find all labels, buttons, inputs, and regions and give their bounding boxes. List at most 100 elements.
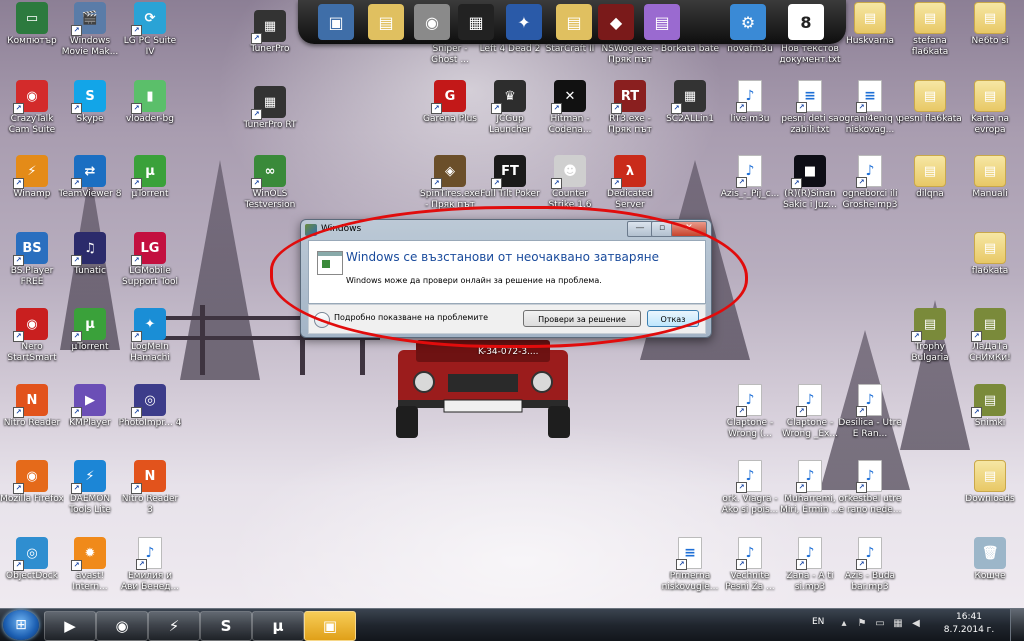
desktop-icon[interactable]: ♪ ↗ Zana - A ti si.mp3: [778, 537, 842, 593]
desktop-icon[interactable]: ♪ ↗ Azis - Buda bar.mp3: [838, 537, 902, 593]
desktop-icon[interactable]: ▤ Manuali: [958, 155, 1022, 200]
desktop-icon[interactable]: ⚡ ↗ DAEMON Tools Lite: [58, 460, 122, 516]
desktop-icon[interactable]: Sniper - Ghost ...: [418, 44, 482, 66]
desktop-icon[interactable]: BS ↗ BS.Player FREE: [0, 232, 64, 288]
desktop-icon[interactable]: NSWog.exe - Пряк път: [598, 44, 662, 66]
desktop-icon[interactable]: ♪ ↗ Desilica - Utre E Ran...: [838, 384, 902, 440]
dialog-titlebar[interactable]: Windows — ▫ ✕: [301, 220, 711, 240]
start-button[interactable]: ⊞: [3, 610, 39, 640]
desktop-icon[interactable]: ☻ ↗ Counter Strike 1.6: [538, 155, 602, 211]
desktop-icon[interactable]: ◎ ↗ PhotoImpr... 4: [118, 384, 182, 429]
desktop-icon[interactable]: ◈ ↗ SpinTires.exe - Пряк път: [418, 155, 482, 211]
dock-item-disc-icon[interactable]: ◉: [414, 4, 450, 40]
chevron-down-icon[interactable]: ⌄: [314, 312, 330, 328]
dock-item-folder-icon[interactable]: ▤: [368, 4, 404, 40]
dock-item-monitor-icon[interactable]: ▣: [318, 4, 354, 40]
desktop-icon[interactable]: ▤ Ne6to si: [958, 2, 1022, 47]
desktop-icon[interactable]: ▤ ↗ ЛаДаТа СнИмКи!: [958, 308, 1022, 364]
dock-item-chip-icon[interactable]: ▦: [458, 4, 494, 40]
volume-icon[interactable]: ◀: [910, 618, 922, 630]
network-icon[interactable]: ▦: [892, 618, 904, 630]
desktop-icon[interactable]: ≡ ↗ Primerna niskovugle...: [658, 537, 722, 593]
desktop-icon[interactable]: ▤ Huskvarna: [838, 2, 902, 47]
close-button[interactable]: ✕: [671, 221, 707, 237]
cancel-button[interactable]: Отказ: [647, 310, 699, 327]
desktop-icon[interactable]: G ↗ Garena Plus: [418, 80, 482, 125]
desktop-icon[interactable]: ∞ ↗ WinOLS Testversion: [238, 155, 302, 211]
desktop-icon[interactable]: µ ↗ µTorrent: [58, 308, 122, 353]
desktop-icon[interactable]: ♪ ↗ orkestbel utre e rano nede...: [838, 460, 902, 516]
desktop-icon[interactable]: RT ↗ RT3.exe - Пряк път: [598, 80, 662, 136]
maximize-button[interactable]: ▫: [651, 221, 673, 237]
taskbar-button-skype[interactable]: S: [200, 611, 252, 641]
desktop-icon[interactable]: ◎ ↗ ObjectDock: [0, 537, 64, 582]
desktop-icon[interactable]: ♪ ↗ Claptone - Wrong _Ex...: [778, 384, 842, 440]
desktop-icon[interactable]: ⟳ ↗ LG PC Suite IV: [118, 2, 182, 58]
desktop-icon[interactable]: ▤ ↗ Trophy Bulgaria: [898, 308, 962, 364]
desktop-icon[interactable]: 🎬 ↗ Windows Movie Mak...: [58, 2, 122, 58]
check-for-solution-button[interactable]: Провери за решение: [523, 310, 641, 327]
desktop-icon[interactable]: LG ↗ LGMobile Support Tool: [118, 232, 182, 288]
desktop-icon[interactable]: novafm3u: [718, 44, 782, 55]
desktop-icon[interactable]: ♪ ↗ Емилия и Ави Бенед...: [118, 537, 182, 593]
desktop-icon[interactable]: ♛ ↗ JCGup Launcher: [478, 80, 542, 136]
desktop-icon[interactable]: ⇄ ↗ TeamViewer 8: [58, 155, 122, 200]
dock-item-starcraft-icon[interactable]: ✦: [506, 4, 542, 40]
desktop-icon[interactable]: Left 4 Dead 2: [478, 44, 542, 55]
desktop-icon[interactable]: ⚡ ↗ Winamp: [0, 155, 64, 200]
show-problem-details-link[interactable]: Подробно показване на проблемите: [334, 313, 488, 322]
display-icon[interactable]: ▭: [874, 618, 886, 630]
desktop-icon[interactable]: ◉ ↗ Nero StartSmart: [0, 308, 64, 364]
desktop-icon[interactable]: ✦ ↗ LogMeIn Hamachi: [118, 308, 182, 364]
desktop-icon[interactable]: ▮ ↗ vloader-bg: [118, 80, 182, 125]
desktop-icon[interactable]: ▦ ↗ TunerPro RT: [238, 86, 302, 131]
taskbar-button-windows-dialog[interactable]: ▣: [304, 611, 356, 641]
desktop-icon[interactable]: ♪ ↗ Azis_-_Pij_c...: [718, 155, 782, 200]
desktop-icon[interactable]: µ ↗ µTorrent: [118, 155, 182, 200]
taskbar-button-media-player[interactable]: ▶: [44, 611, 96, 641]
desktop-icon[interactable]: ▤ Downloads: [958, 460, 1022, 505]
desktop-icon[interactable]: ◉ ↗ Mozilla Firefox: [0, 460, 64, 505]
dock-item-settings-icon[interactable]: ⚙: [730, 4, 766, 40]
desktop-icon[interactable]: ✹ ↗ avast! Intern...: [58, 537, 122, 593]
desktop-icon[interactable]: ▤ Karta na evropa: [958, 80, 1022, 136]
desktop-icon[interactable]: ✕ ↗ Hitman - Codena...: [538, 80, 602, 136]
desktop-icon[interactable]: ≡ ↗ pesni deti sa zabili.txt: [778, 80, 842, 136]
desktop-icon[interactable]: StarCraft II: [538, 44, 602, 55]
system-clock[interactable]: 16:41 8.7.2014 г.: [940, 611, 998, 637]
desktop-icon[interactable]: ♪ ↗ ogneborci ili Groshe.mp3: [838, 155, 902, 211]
desktop-icon[interactable]: N ↗ Nitro Reader: [0, 384, 64, 429]
desktop-icon[interactable]: λ ↗ Dedicated Server: [598, 155, 662, 211]
desktop-icon[interactable]: ▤ pesni fla6kata: [898, 80, 962, 125]
desktop-icon[interactable]: ♪ ↗ ork. Viagra - Ako si pois...: [718, 460, 782, 516]
desktop-icon[interactable]: S ↗ Skype: [58, 80, 122, 125]
desktop-icon[interactable]: Borkata bate: [658, 44, 722, 55]
desktop-icon[interactable]: FT ↗ Full Tilt Poker: [478, 155, 542, 200]
desktop-icon[interactable]: ▦ ↗ SC2ALLin1: [658, 80, 722, 125]
desktop-icon[interactable]: ◉ ↗ CrazyTalk Cam Suite: [0, 80, 64, 136]
desktop-icon[interactable]: ▤ stefana fla6kata: [898, 2, 962, 58]
desktop-icon[interactable]: 🗑 Кошче: [958, 537, 1022, 582]
desktop-icon[interactable]: ♪ ↗ Claptone - Wrong (...: [718, 384, 782, 440]
desktop-icon[interactable]: ▤ dilqna: [898, 155, 962, 200]
desktop-icon[interactable]: ■ ↗ (R)(R)Sinan Sakic i Juz...: [778, 155, 842, 211]
desktop-icon[interactable]: ♪ ↗ live.m3u: [718, 80, 782, 125]
taskbar-button-utorrent[interactable]: µ: [252, 611, 304, 641]
language-indicator[interactable]: EN: [812, 617, 824, 627]
flag-icon[interactable]: ⚑: [856, 618, 868, 630]
desktop[interactable]: K-34-072-3.... ▭ Компютър 🎬 ↗ Windows Movie …: [0, 0, 1024, 608]
desktop-icon[interactable]: ♫ ↗ Tunatic: [58, 232, 122, 277]
show-desktop-button[interactable]: [1010, 609, 1024, 641]
desktop-icon[interactable]: ▤ fla6kata: [958, 232, 1022, 277]
desktop-icon[interactable]: Нов текстов документ.txt: [778, 44, 842, 66]
desktop-icon[interactable]: ♪ ↗ Vechnite Pesni Za ...: [718, 537, 782, 593]
dock-item-calendar-icon[interactable]: 8: [788, 4, 824, 40]
desktop-icon[interactable]: ▭ Компютър: [0, 2, 64, 47]
desktop-icon[interactable]: ≡ ↗ ograni4eniq v niskovag...: [838, 80, 902, 136]
desktop-icon[interactable]: ▦ ↗ TunerPro: [238, 10, 302, 55]
tray-expand-icon[interactable]: ▴: [838, 618, 850, 630]
taskbar-button-winamp[interactable]: ⚡: [148, 611, 200, 641]
dock-item-folder3-icon[interactable]: ▤: [644, 4, 680, 40]
dock-item-shield-icon[interactable]: ◆: [598, 4, 634, 40]
minimize-button[interactable]: —: [627, 221, 653, 237]
